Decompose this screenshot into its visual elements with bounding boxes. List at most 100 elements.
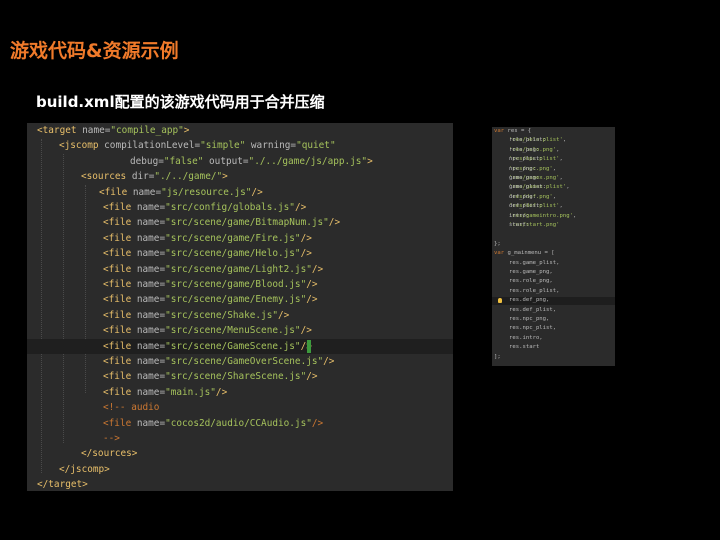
code-token: /> (278, 309, 290, 321)
code-line: role_png:'res/helo.png', (492, 147, 615, 155)
code-line: <jscomp compilationLevel="simple" warnin… (27, 138, 453, 153)
code-line: </target> (27, 477, 453, 491)
code-token: name= (132, 186, 162, 198)
code-line: def_plist:'res/def.plist', (492, 203, 615, 211)
code-token: /> (306, 371, 318, 383)
code-token: /> (311, 417, 324, 429)
code-line: <file name="src/scene/GameScene.js"/> (27, 338, 453, 354)
code-token: <!-- audio (103, 402, 160, 414)
code-token: "src/scene/game/Light2.js" (165, 263, 312, 275)
code-token: , (573, 212, 577, 219)
code-token: , (562, 137, 567, 144)
code-line: <file name="src/scene/game/Enemy.js"/> (27, 292, 453, 307)
code-token: "src/scene/ShareScene.js" (165, 371, 307, 383)
code-line: <file name="js/resource.js"/> (27, 185, 453, 200)
code-token: /> (306, 294, 318, 306)
code-line: <file name="src/scene/ShareScene.js"/> (27, 369, 453, 384)
code-line: intro:'res/gameintro.png', (492, 213, 615, 221)
code-line: </sources> (27, 446, 453, 461)
code-token: > (183, 125, 190, 136)
code-token: <file (103, 386, 137, 398)
code-token: name= (136, 202, 166, 213)
code-token: , (556, 146, 560, 153)
code-line: <file name="src/scene/game/Helo.js"/> (27, 246, 453, 261)
code-token: </jscomp> (59, 463, 110, 475)
code-token: name= (136, 232, 166, 244)
text-cursor (307, 339, 311, 353)
code-token: warning= (245, 140, 297, 152)
code-token: <file (99, 186, 133, 198)
code-token: "cocos2d/audio/CCAudio.js" (165, 417, 312, 429)
code-token: res.game_plist, (509, 259, 560, 266)
code-token: output= (203, 155, 249, 167)
code-token: "src/scene/Shake.js" (165, 309, 278, 321)
code-token: res.role_plist, (509, 287, 560, 294)
code-token: > (367, 155, 373, 167)
code-token: name= (136, 263, 166, 275)
code-token: intro: (509, 212, 530, 219)
code-line: res.npc_png, (492, 316, 615, 324)
code-token: /> (300, 325, 312, 337)
code-token: name= (136, 248, 166, 260)
code-token: , (566, 184, 570, 191)
code-line: <file name="src/scene/game/Light2.js"/> (27, 262, 453, 277)
code-token: game_plist: (509, 184, 547, 191)
code-token: "src/scene/GameScene.js" (165, 340, 301, 352)
code-line: }; (492, 241, 615, 249)
code-token: "src/scene/MenuScene.js" (165, 325, 301, 337)
code-token: "src/scene/game/Fire.js" (165, 232, 301, 244)
code-line: <file name="src/scene/game/Blood.js"/> (27, 277, 453, 292)
code-token: role_plist: (509, 137, 547, 144)
code-token: res.start (509, 344, 540, 351)
code-token: name= (136, 386, 166, 398)
code-token: , (559, 156, 563, 163)
code-line: <file name="src/scene/Shake.js"/> (27, 308, 453, 323)
code-token: <target (37, 125, 83, 136)
code-token: res.def_plist, (509, 306, 557, 313)
code-token: "./../game/js/app.js" (248, 155, 368, 167)
code-token: npc_plist: (509, 156, 543, 163)
code-token: "js/resource.js" (161, 186, 252, 198)
code-line: npc_plist:'res/npc.plist', (492, 156, 615, 164)
code-token: /> (328, 217, 341, 229)
code-line: res.npc_plist, (492, 325, 615, 333)
code-line: res.def_plist, (492, 307, 615, 315)
code-token: "simple" (200, 140, 246, 152)
code-line: role_plist:'res/helo.plist', (492, 137, 615, 145)
code-token: game_png: (509, 175, 540, 181)
code-token: <jscomp (59, 140, 105, 152)
code-token: compilationLevel= (104, 140, 201, 152)
code-line: <file name="src/config/globals.js"/> (27, 200, 453, 215)
code-token: /> (311, 263, 324, 275)
slide-title: 游戏代码&资源示例 (10, 40, 179, 62)
code-line: res.game_plist, (492, 260, 615, 268)
code-token: dir= (131, 171, 155, 183)
code-token: def_plist: (509, 203, 543, 210)
code-token: , (559, 203, 563, 210)
code-token: "src/config/globals.js" (165, 202, 295, 213)
build-xml-code-screenshot: <target name="compile_app"> <jscomp compi… (27, 123, 453, 491)
code-token: name= (136, 340, 166, 352)
code-token: <file (103, 263, 137, 275)
code-token: name= (136, 294, 166, 306)
code-token: npc_png: (509, 165, 536, 172)
resource-js-code-screenshot: var res = {role_plist:'res/helo.plist', r… (492, 127, 615, 366)
code-line: --> (27, 431, 453, 446)
code-token: <file (103, 325, 137, 337)
code-token: name= (82, 125, 111, 136)
code-token: "src/scene/GameOverScene.js" (165, 356, 324, 367)
code-token: /> (306, 279, 318, 290)
code-token: name= (136, 356, 166, 367)
code-line: res.role_png, (492, 278, 615, 286)
code-token: <file (103, 417, 137, 429)
code-token: <file (103, 356, 137, 367)
code-token: debug= (130, 155, 164, 167)
code-line: <file name="cocos2d/audio/CCAudio.js"/> (27, 416, 453, 431)
code-token: "false" (163, 155, 204, 167)
code-token: res.npc_png, (509, 316, 550, 322)
code-token: <file (103, 232, 137, 244)
code-line: <!-- audio (27, 400, 453, 415)
code-token: <file (103, 294, 137, 306)
code-token: , (559, 175, 563, 181)
code-token: name= (136, 279, 166, 290)
